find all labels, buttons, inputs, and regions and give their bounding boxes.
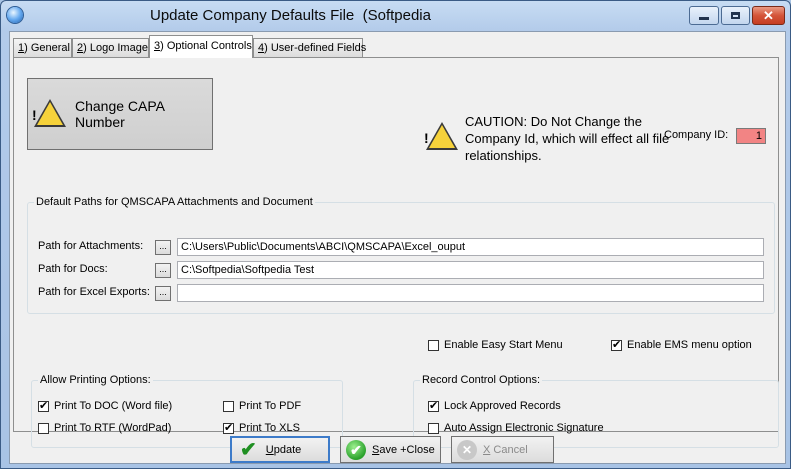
caution-message: CAUTION: Do Not Change the Company Id, w… <box>465 114 670 163</box>
checkbox-icon <box>38 422 49 434</box>
change-capa-number-label: Change CAPA Number <box>75 98 165 130</box>
caution-warning-icon: ! <box>424 122 458 153</box>
checkbox-checked-icon <box>223 421 234 434</box>
app-window: Update Company Defaults File (Softpedia … <box>0 0 791 469</box>
browse-docs-button[interactable]: ... <box>155 263 171 278</box>
save-check-icon: ✔ <box>346 439 366 460</box>
path-docs-label: Path for Docs: <box>38 263 108 275</box>
print-to-pdf-checkbox[interactable]: Print To PDF <box>223 400 301 412</box>
enable-easy-start-checkbox[interactable]: Enable Easy Start Menu <box>428 339 563 351</box>
save-close-label: ave +Close <box>379 443 435 456</box>
lock-approved-records-checkbox[interactable]: Lock Approved Records <box>428 399 561 412</box>
auto-assign-signature-label: Auto Assign Electronic Signature <box>444 422 604 434</box>
maximize-icon <box>731 12 740 19</box>
tab-optional-controls[interactable]: 3) Optional Controls <box>149 35 253 58</box>
browse-excel-exports-button[interactable]: ... <box>155 286 171 301</box>
window-title: Update Company Defaults File (Softpedia <box>150 7 431 24</box>
checkbox-checked-icon <box>428 399 439 412</box>
tab-user-defined-fields-label: ) User-defined Fields <box>264 42 367 54</box>
app-icon[interactable] <box>7 7 23 23</box>
close-icon: ✕ <box>763 8 774 23</box>
tab-logo-image-label: ) Logo Image <box>83 42 148 54</box>
tab-general[interactable]: 1) General <box>13 38 72 57</box>
update-label: pdate <box>273 443 302 456</box>
checkbox-checked-icon <box>611 338 622 351</box>
company-id-field[interactable]: 1 <box>736 128 766 144</box>
print-to-doc-label: Print To DOC (Word file) <box>54 400 173 412</box>
print-to-pdf-label: Print To PDF <box>239 400 302 412</box>
title-bar[interactable]: Update Company Defaults File (Softpedia … <box>1 1 790 31</box>
enable-ems-menu-checkbox[interactable]: Enable EMS menu option <box>611 338 752 351</box>
cancel-label: Cancel <box>490 443 528 456</box>
dialog-client-area: 1) General 2) Logo Image 3) Optional Con… <box>9 31 786 464</box>
cancel-x-icon: ✕ <box>457 439 477 460</box>
auto-assign-signature-checkbox[interactable]: Auto Assign Electronic Signature <box>428 422 604 434</box>
minimize-button[interactable] <box>689 6 719 25</box>
tab-user-defined-fields[interactable]: 4) User-defined Fields <box>253 38 367 57</box>
enable-ems-menu-label: Enable EMS menu option <box>627 339 752 351</box>
default-paths-group: Default Paths for QMSCAPA Attachments an… <box>27 196 775 314</box>
save-close-button[interactable]: ✔ Save +Close <box>340 436 441 463</box>
tab-general-label: ) General <box>24 42 70 54</box>
cancel-button[interactable]: ✕ X Cancel <box>451 436 554 463</box>
warning-icon: ! <box>32 98 66 130</box>
path-attachments-label: Path for Attachments: <box>38 240 144 252</box>
default-paths-legend: Default Paths for QMSCAPA Attachments an… <box>36 196 313 208</box>
print-to-xls-label: Print To XLS <box>239 422 300 434</box>
checkbox-icon <box>428 339 439 351</box>
print-to-xls-checkbox[interactable]: Print To XLS <box>223 421 300 434</box>
tab-panel-optional-controls: ! Change CAPA Number ! CAUTION: Do Not C… <box>13 57 779 448</box>
minimize-icon <box>699 17 709 20</box>
lock-approved-records-label: Lock Approved Records <box>444 400 561 412</box>
tab-optional-controls-label: ) Optional Controls <box>160 40 252 52</box>
checkbox-icon <box>223 400 234 412</box>
change-capa-number-button[interactable]: ! Change CAPA Number <box>27 78 213 150</box>
checkmark-icon: ✔ <box>240 438 257 461</box>
tab-logo-image[interactable]: 2) Logo Image <box>72 38 149 57</box>
path-docs-input[interactable] <box>177 261 764 279</box>
path-excel-exports-label: Path for Excel Exports: <box>38 286 150 298</box>
checkbox-checked-icon <box>38 399 49 412</box>
update-mnemonic: U <box>265 443 274 456</box>
print-to-rtf-checkbox[interactable]: Print To RTF (WordPad) <box>38 422 171 434</box>
print-to-rtf-label: Print To RTF (WordPad) <box>54 422 172 434</box>
enable-easy-start-label: Enable Easy Start Menu <box>444 339 563 351</box>
company-id-label: Company ID: <box>664 129 729 141</box>
path-attachments-input[interactable] <box>177 238 764 256</box>
printing-options-legend: Allow Printing Options: <box>40 374 151 386</box>
checkbox-icon <box>428 422 439 434</box>
update-button[interactable]: ✔ Update <box>230 436 330 463</box>
maximize-button[interactable] <box>721 6 750 25</box>
path-excel-exports-input[interactable] <box>177 284 764 302</box>
browse-attachments-button[interactable]: ... <box>155 240 171 255</box>
record-control-options-legend: Record Control Options: <box>422 374 540 386</box>
print-to-doc-checkbox[interactable]: Print To DOC (Word file) <box>38 399 173 412</box>
close-button[interactable]: ✕ <box>752 6 785 25</box>
